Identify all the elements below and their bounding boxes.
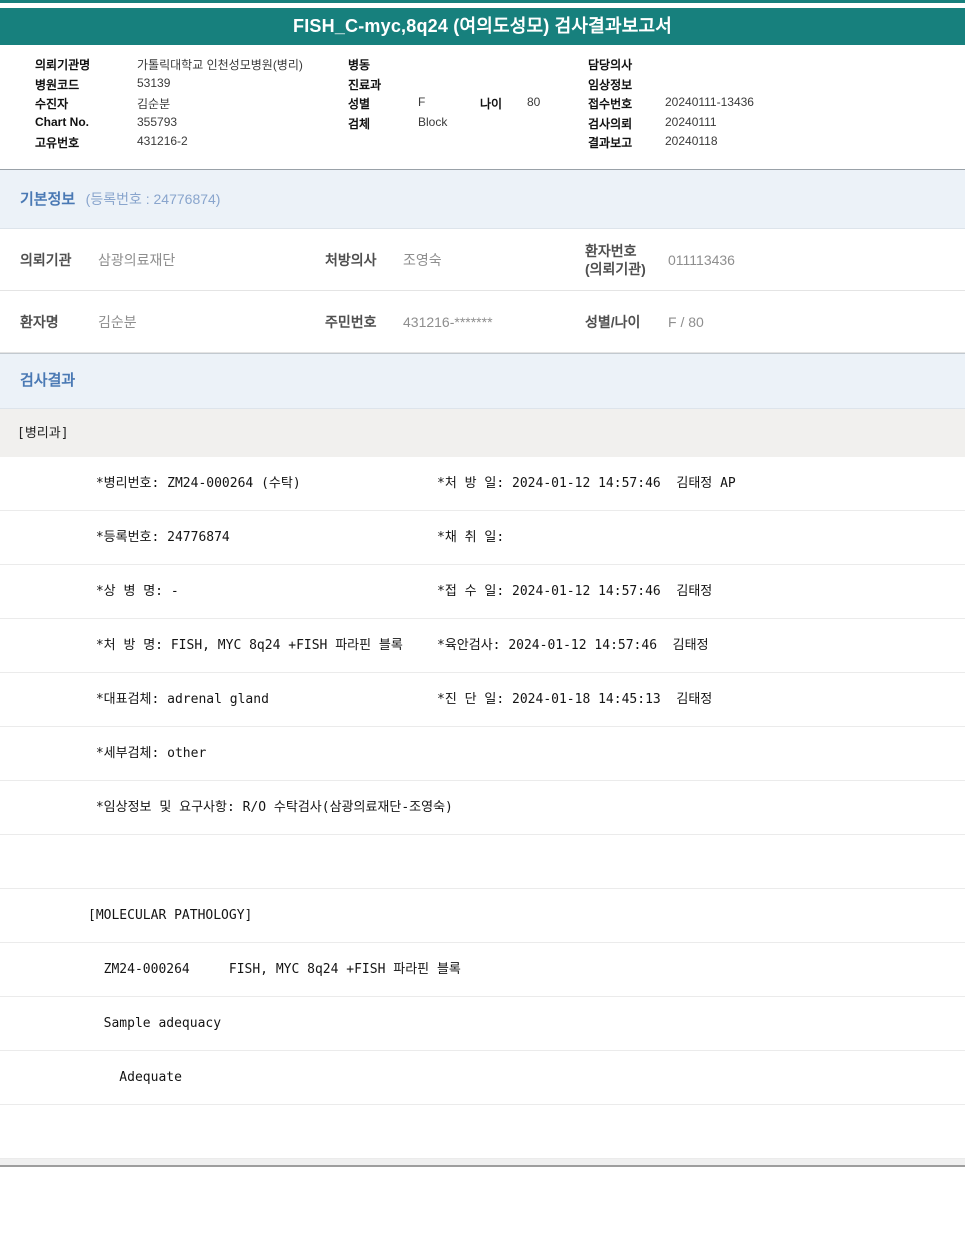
field-label: 검사의뢰 (588, 116, 633, 131)
result-row: *처 방 명: FISH, MYC 8q24 +FISH 파라핀 블록 *육안검… (0, 619, 965, 673)
result-row (0, 835, 965, 889)
field-value: 김순분 (98, 313, 137, 330)
field-value: 20240111-13436 (665, 95, 754, 109)
field-value: 20240111 (665, 114, 717, 129)
field-label: 주민번호 (325, 313, 377, 330)
basic-info-section-header: 기본정보 (등록번호 : 24776874) (0, 170, 965, 229)
field-label: 접수번호 (588, 97, 633, 111)
field-label: 의뢰기관명 (35, 58, 91, 72)
table-row: 의뢰기관 삼광의료재단 처방의사 조영숙 환자번호 (의뢰기관) 0111134… (0, 229, 965, 291)
result-row: Sample adequacy (0, 997, 965, 1051)
result-left-text: Sample adequacy (88, 1016, 222, 1031)
result-left-text: Adequate (88, 1070, 182, 1085)
result-right-text: *육안검사: 2024-01-12 14:57:46 김태정 (437, 638, 709, 653)
result-left-text: [MOLECULAR PATHOLOGY] (88, 908, 253, 923)
field-label: 수진자 (35, 97, 69, 111)
field-label: 처방의사 (325, 251, 377, 268)
field-label: 나이 (480, 97, 503, 111)
result-right-text: *진 단 일: 2024-01-18 14:45:13 김태정 (437, 692, 713, 707)
field-label: 임상정보 (588, 77, 633, 92)
field-value: 80 (527, 95, 541, 109)
field-value: 431216-******* (403, 313, 493, 330)
result-left-text: *임상정보 및 요구사항: R/O 수탁검사(삼광의료재단-조영숙) (88, 800, 453, 815)
result-rows: *병리번호: ZM24-000264 (수탁) *처 방 일: 2024-01-… (0, 457, 965, 1159)
field-label: Chart No. (35, 114, 89, 129)
report-title-bar: FISH_C-myc,8q24 (여의도성모) 검사결과보고서 (0, 8, 965, 45)
result-left-text: *대표검체: adrenal gland (88, 692, 269, 707)
result-row: *병리번호: ZM24-000264 (수탁) *처 방 일: 2024-01-… (0, 457, 965, 511)
header-row: 수진자 김순분 성별 F 나이 80 접수번호 20240111-13436 (0, 95, 965, 115)
basic-info-table: 의뢰기관 삼광의료재단 처방의사 조영숙 환자번호 (의뢰기관) 0111134… (0, 229, 965, 353)
field-value: 가톨릭대학교 인천성모병원(병리) (137, 58, 303, 72)
field-value: 011113436 (668, 251, 735, 268)
result-left-text: *병리번호: ZM24-000264 (수탁) (88, 476, 301, 491)
field-value: 조영숙 (403, 251, 442, 268)
field-value: 20240118 (665, 134, 718, 148)
department-row: [병리과] (0, 409, 965, 457)
result-right-text: *처 방 일: 2024-01-12 14:57:46 김태정 AP (437, 476, 736, 491)
field-label: 결과보고 (588, 136, 633, 150)
field-label: 환자명 (20, 313, 59, 330)
basic-info-title: 기본정보 (20, 191, 76, 208)
results-section-header: 검사결과 (0, 354, 965, 409)
field-label: 고유번호 (35, 136, 80, 150)
field-value: Block (418, 114, 448, 129)
report-title: FISH_C-myc,8q24 (여의도성모) 검사결과보고서 (293, 16, 672, 36)
result-row (0, 1105, 965, 1159)
field-value: 431216-2 (137, 134, 188, 148)
results-title: 검사결과 (20, 372, 76, 389)
field-label: 의뢰기관 (20, 251, 72, 268)
result-row: Adequate (0, 1051, 965, 1105)
header-row: 고유번호 431216-2 결과보고 20240118 (0, 134, 965, 154)
result-left-text: *처 방 명: FISH, MYC 8q24 +FISH 파라핀 블록 (88, 638, 403, 653)
result-left-text: ZM24-000264 FISH, MYC 8q24 +FISH 파라핀 블록 (88, 962, 461, 977)
field-label: 병동 (348, 58, 371, 72)
field-label: 담당의사 (588, 58, 633, 72)
field-label: 검체 (348, 116, 371, 131)
header-row: 의뢰기관명 가톨릭대학교 인천성모병원(병리) 병동 담당의사 (0, 56, 965, 76)
header-row: Chart No. 355793 검체 Block 검사의뢰 20240111 (0, 115, 965, 135)
result-row: ZM24-000264 FISH, MYC 8q24 +FISH 파라핀 블록 (0, 943, 965, 997)
result-row: *대표검체: adrenal gland *진 단 일: 2024-01-18 … (0, 673, 965, 727)
field-label: 병원코드 (35, 77, 80, 92)
result-row: *임상정보 및 요구사항: R/O 수탁검사(삼광의료재단-조영숙) (0, 781, 965, 835)
field-value: 김순분 (137, 97, 171, 111)
table-row: 환자명 김순분 주민번호 431216-******* 성별/나이 F / 80 (0, 291, 965, 353)
field-label: 환자번호 (의뢰기관) (585, 242, 646, 277)
result-left-text: *상 병 명: - (88, 584, 179, 599)
field-value: 355793 (137, 114, 178, 129)
field-value: 삼광의료재단 (98, 251, 176, 268)
result-row: *세부검체: other (0, 727, 965, 781)
result-row: [MOLECULAR PATHOLOGY] (0, 889, 965, 943)
result-left-text: *세부검체: other (88, 746, 207, 761)
result-right-text: *채 취 일: (437, 530, 505, 545)
field-label: 진료과 (348, 77, 382, 92)
report-page: FISH_C-myc,8q24 (여의도성모) 검사결과보고서 의뢰기관명 가톨… (0, 0, 965, 1237)
registration-number: (등록번호 : 24776874) (85, 191, 221, 207)
field-value: 53139 (137, 75, 171, 90)
field-value: F / 80 (668, 313, 704, 330)
result-left-text: *등록번호: 24776874 (88, 530, 230, 545)
field-value: F (418, 95, 426, 109)
result-row: *상 병 명: - *접 수 일: 2024-01-12 14:57:46 김태… (0, 565, 965, 619)
bottom-band (0, 1159, 965, 1167)
result-right-text: *접 수 일: 2024-01-12 14:57:46 김태정 (437, 584, 713, 599)
field-label: 성별/나이 (585, 313, 641, 330)
result-row: *등록번호: 24776874 *채 취 일: (0, 511, 965, 565)
header-info-block: 의뢰기관명 가톨릭대학교 인천성모병원(병리) 병동 담당의사 병원코드 531… (0, 56, 965, 169)
field-label: 성별 (348, 97, 371, 111)
department-label: [병리과] (17, 426, 69, 441)
header-row: 병원코드 53139 진료과 임상정보 (0, 76, 965, 96)
